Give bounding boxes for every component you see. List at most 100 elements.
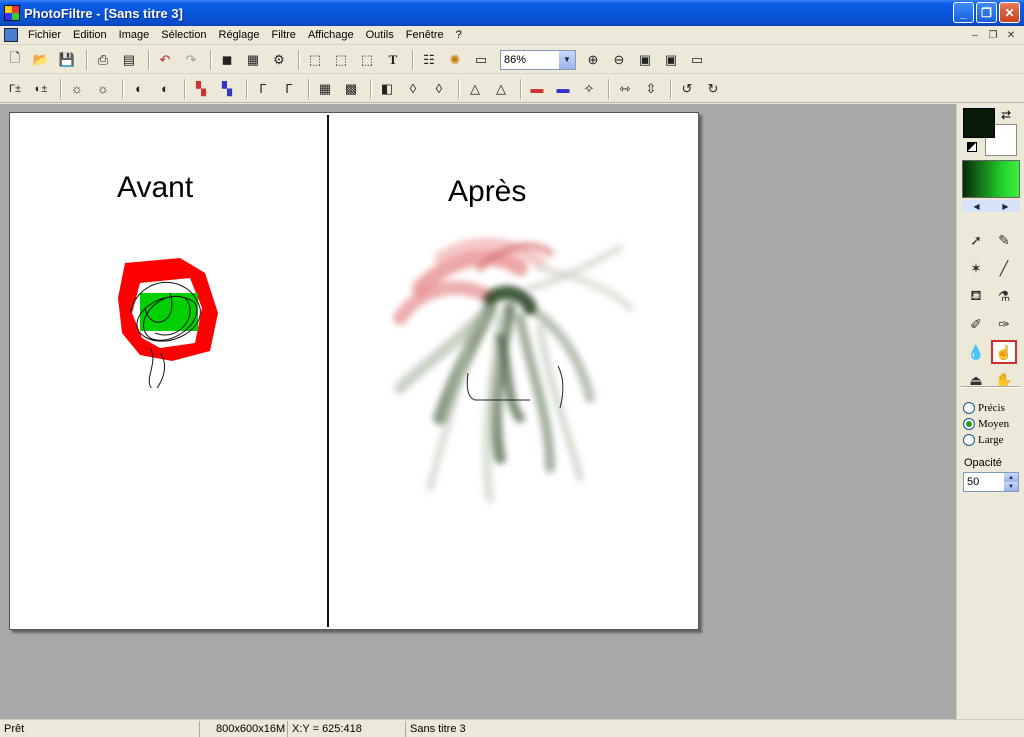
rotate-left-icon[interactable]: ↺ [676,78,698,100]
magic-wand-tool[interactable]: ✶ [963,256,989,280]
auto-contrast-icon[interactable]: ◐± [30,78,52,100]
foreground-color-swatch[interactable] [963,108,995,138]
spray-tool[interactable]: ⚗ [991,284,1017,308]
brush-tool[interactable]: ✐ [963,312,989,336]
menu-fichier[interactable]: Fichier [22,26,67,45]
selection-arrow-tool[interactable]: ➚ [963,228,989,252]
chevron-right-icon[interactable]: ▶ [1002,202,1008,211]
save-icon[interactable]: 💾 [56,49,78,71]
radio-large-dot[interactable] [963,434,975,446]
opacity-value[interactable]: 50 [964,476,1004,488]
brush-size-options: Précis Moyen Large [963,400,1009,448]
text-tool-icon[interactable]: T [382,49,404,71]
gamma-plus-icon[interactable]: Γ [278,78,300,100]
effect-icon[interactable]: ✧ [578,78,600,100]
menu-edition[interactable]: Edition [67,26,113,45]
fill-bucket-tool[interactable]: ⛾ [963,284,989,308]
saturation-plus-icon[interactable]: ▚ [216,78,238,100]
radio-precis-dot[interactable] [963,402,975,414]
open-folder-icon[interactable]: 📂 [30,49,52,71]
color-balance-icon[interactable]: ▬ [526,78,548,100]
browser-icon[interactable]: ▭ [470,49,492,71]
chevron-left-icon[interactable]: ◀ [973,202,979,211]
flip-horizontal-icon[interactable]: ⇿ [614,78,636,100]
doc-restore-button[interactable]: ❐ [986,28,1000,42]
sharpen-more-icon[interactable]: △ [490,78,512,100]
contrast-plus-icon[interactable]: ◐ [154,78,176,100]
swap-colors-icon[interactable]: ⇄ [1001,108,1011,122]
fit-window-icon[interactable]: ▣ [660,49,682,71]
radio-moyen[interactable]: Moyen [963,416,1009,432]
smooth-icon[interactable]: ◊ [428,78,450,100]
doc-close-button[interactable]: ✕ [1004,28,1018,42]
soften-icon[interactable]: ◊ [402,78,424,100]
menu-affichage[interactable]: Affichage [302,26,360,45]
gradient-preview[interactable] [962,160,1020,198]
advanced-brush-tool[interactable]: ✑ [991,312,1017,336]
blur-drop-tool[interactable]: 💧 [963,340,989,364]
app-icon[interactable] [4,5,20,21]
spin-down-icon[interactable]: ▼ [1004,482,1018,491]
line-tool[interactable]: ╱ [991,256,1017,280]
grid-icon[interactable]: ▦ [314,78,336,100]
smudge-tool[interactable]: ☝ [991,340,1017,364]
new-file-icon[interactable]: 🗋 [4,49,26,71]
doc-minimize-button[interactable]: – [968,28,982,42]
drawing-before [118,258,218,388]
menu-reglage[interactable]: Réglage [213,26,266,45]
grayscale-icon[interactable]: ◼ [216,49,238,71]
gradient-nav: ◀ ▶ [962,200,1020,212]
auto-gamma-icon[interactable]: Γ± [4,78,26,100]
restore-button[interactable]: ❐ [976,2,997,23]
radio-moyen-dot[interactable] [963,418,975,430]
radio-large-label: Large [978,434,1004,446]
image-canvas[interactable]: Avant Après [9,112,699,630]
radio-precis[interactable]: Précis [963,400,1009,416]
image-size-icon[interactable]: ⬚ [304,49,326,71]
menu-image[interactable]: Image [113,26,156,45]
canvas-size-icon[interactable]: ⬚ [330,49,352,71]
minimize-button[interactable]: _ [953,2,974,23]
actual-size-icon[interactable]: ▣ [634,49,656,71]
menu-filtre[interactable]: Filtre [265,26,301,45]
chevron-down-icon[interactable]: ▼ [559,50,575,69]
rotate-right-icon[interactable]: ↻ [702,78,724,100]
automation-icon[interactable]: ⚙ [268,49,290,71]
flip-vertical-icon[interactable]: ⇳ [640,78,662,100]
menu-selection[interactable]: Sélection [155,26,212,45]
contrast-minus-icon[interactable]: ◐ [128,78,150,100]
reset-colors-icon[interactable] [967,142,977,152]
radio-large[interactable]: Large [963,432,1009,448]
brightness-plus-icon[interactable]: ☼ [92,78,114,100]
gradient-icon[interactable]: ▬ [552,78,574,100]
crop-selection-icon[interactable]: ⬚ [356,49,378,71]
eyedropper-tool[interactable]: ✎ [991,228,1017,252]
document-icon[interactable] [4,28,18,42]
zoom-out-icon[interactable]: ⊖ [608,49,630,71]
redo-icon[interactable]: ↷ [180,49,202,71]
sharpen-icon[interactable]: △ [464,78,486,100]
blur-icon[interactable]: ◧ [376,78,398,100]
menu-outils[interactable]: Outils [360,26,400,45]
plugin-icon[interactable]: ✺ [444,49,466,71]
brightness-minus-icon[interactable]: ☼ [66,78,88,100]
layers-icon[interactable]: ☷ [418,49,440,71]
undo-icon[interactable]: ↶ [154,49,176,71]
tools-palette: ⇄ ◀ ▶ ➚ ✎ ✶ ╱ ⛾ ⚗ ✐ ✑ 💧 ☝ ⏏ ✋ Précis Moy… [956,104,1024,719]
close-button[interactable]: ✕ [999,2,1020,23]
fullscreen-icon[interactable]: ▭ [686,49,708,71]
opacity-spinner[interactable]: 50 ▲ ▼ [963,472,1019,492]
clone-stamp-tool[interactable]: ⏏ [963,368,989,392]
gamma-minus-icon[interactable]: Γ [252,78,274,100]
scanner-icon[interactable]: ▤ [118,49,140,71]
saturation-minus-icon[interactable]: ▚ [190,78,212,100]
print-icon[interactable]: ⎙ [92,49,114,71]
zoom-select[interactable]: 86% ▼ [500,49,576,70]
texture-icon[interactable]: ▩ [340,78,362,100]
hand-tool[interactable]: ✋ [991,368,1017,392]
menu-fenetre[interactable]: Fenêtre [400,26,450,45]
palette-colors-icon[interactable]: ▦ [242,49,264,71]
spin-up-icon[interactable]: ▲ [1004,473,1018,482]
zoom-in-icon[interactable]: ⊕ [582,49,604,71]
menu-help[interactable]: ? [450,26,468,45]
